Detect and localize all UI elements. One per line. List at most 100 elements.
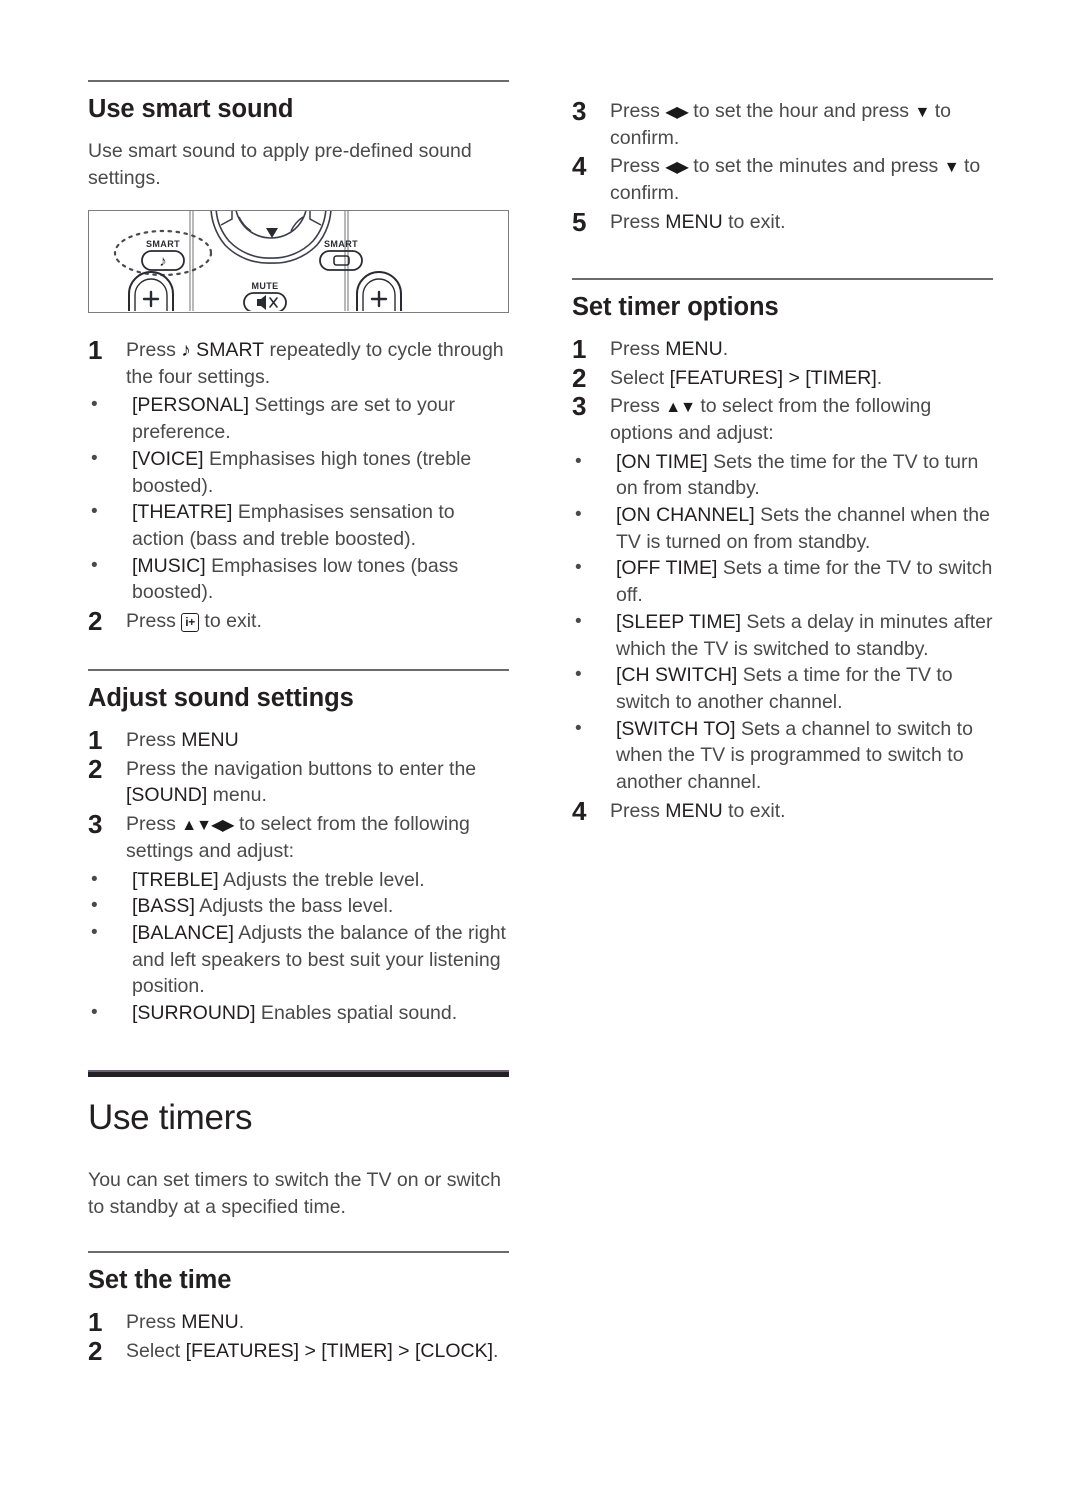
step-number: 4 bbox=[572, 151, 587, 182]
bullet-text: Enables spatial sound. bbox=[255, 1002, 458, 1025]
list-item: • [VOICE] Emphasises high tones (treble … bbox=[88, 446, 509, 499]
step-number: 3 bbox=[88, 809, 103, 840]
step-text-pre: Press bbox=[610, 799, 666, 822]
step-item: 2 Select [FEATURES] > [TIMER]. bbox=[572, 362, 993, 393]
step-number: 5 bbox=[572, 206, 587, 237]
section-rule bbox=[88, 668, 509, 671]
bullet-dot: • bbox=[575, 610, 582, 632]
bullet-dot: • bbox=[575, 717, 582, 739]
list-item: • [CH SWITCH] Sets a time for the TV to … bbox=[572, 662, 993, 715]
steps-set-timer-options-exit: 4 Press MENU to exit. bbox=[572, 796, 993, 826]
step-text-pre: Press bbox=[610, 210, 666, 233]
down-arrow-icon: ▼ bbox=[914, 104, 930, 121]
list-item: • [TREBLE] Adjusts the treble level. bbox=[88, 867, 509, 894]
step-text-post: to exit. bbox=[199, 610, 262, 633]
step-item: 3 Press ▲▼ to select from the following … bbox=[572, 391, 993, 446]
menu-token: [BASS] bbox=[132, 895, 195, 918]
steps-use-smart-sound: 1 Press ♪ SMART repeatedly to cycle thro… bbox=[88, 334, 509, 391]
step-text: Press ◀▶ to set the minutes and press ▼ … bbox=[610, 155, 980, 204]
svg-text:♪: ♪ bbox=[159, 253, 167, 270]
bullet-text: Adjusts the treble level. bbox=[218, 868, 425, 891]
menu-token: [SWITCH TO] bbox=[616, 717, 736, 740]
heading-set-timer-options: Set timer options bbox=[572, 292, 779, 321]
bullet-dot: • bbox=[91, 922, 98, 943]
bullet-dot: • bbox=[91, 554, 98, 576]
heading-adjust-sound-settings: Adjust sound settings bbox=[88, 683, 354, 712]
list-item: • [ON CHANNEL] Sets the channel when the… bbox=[572, 502, 993, 555]
bullet-text: Adjusts the bass level. bbox=[194, 895, 394, 918]
menu-token: [BALANCE] bbox=[132, 922, 234, 944]
key-menu: MENU bbox=[665, 337, 723, 360]
steps-use-smart-sound-exit: 2 Press i+ to exit. bbox=[88, 606, 509, 636]
section-adjust-sound-settings: Adjust sound settings 1 Press MENU 2 Pre… bbox=[88, 668, 509, 1027]
step-text-post: . bbox=[238, 1311, 245, 1334]
step-text-pre: Press bbox=[610, 155, 666, 178]
step-item: 3 Press ◀▶ to set the hour and press ▼ t… bbox=[572, 96, 993, 151]
bullets-sound-settings: • [TREBLE] Adjusts the treble level. • [… bbox=[88, 867, 509, 1027]
key-menu: MENU bbox=[181, 729, 239, 752]
step-item: 1 Press MENU bbox=[88, 725, 509, 755]
menu-token: [THEATRE] bbox=[132, 501, 233, 524]
step-text: Press MENU to exit. bbox=[610, 800, 786, 822]
step-text: Press ▲▼ to select from the following op… bbox=[610, 395, 931, 444]
major-section-rule bbox=[88, 1069, 509, 1077]
list-item: • [BASS] Adjusts the bass level. bbox=[88, 893, 509, 920]
step-text: Press i+ to exit. bbox=[126, 610, 262, 632]
bullets-smart-sound-settings: • [PERSONAL] Settings are set to your pr… bbox=[88, 392, 509, 606]
step-item: 4 Press ◀▶ to set the minutes and press … bbox=[572, 151, 993, 206]
manual-page: Use smart sound Use smart sound to apply… bbox=[0, 0, 1080, 1509]
menu-token: [SURROUND] bbox=[132, 1002, 256, 1025]
list-item: • [SLEEP TIME] Sets a delay in minutes a… bbox=[572, 609, 993, 662]
section-use-timers: Use timers You can set timers to switch … bbox=[88, 1069, 509, 1221]
figure-label-mute: MUTE bbox=[251, 281, 278, 291]
step-item: 1 Press MENU. bbox=[572, 333, 993, 364]
menu-path-token: [FEATURES] > [TIMER] bbox=[669, 366, 877, 389]
heading-use-smart-sound: Use smart sound bbox=[88, 95, 294, 123]
intro-use-smart-sound: Use smart sound to apply pre-defined sou… bbox=[88, 140, 472, 190]
step-item: 1 Press MENU. bbox=[88, 1307, 509, 1337]
intro-use-timers: You can set timers to switch the TV on o… bbox=[88, 1169, 501, 1219]
step-text-pre: Press bbox=[126, 813, 182, 836]
list-item: • [THEATRE] Emphasises sensation to acti… bbox=[88, 499, 509, 552]
bullet-dot: • bbox=[575, 450, 582, 472]
step-text-pre: Press bbox=[126, 338, 182, 361]
step-item: 3 Press ▲▼◀▶ to select from the followin… bbox=[88, 809, 509, 864]
section-rule bbox=[88, 80, 509, 82]
left-right-arrows-icon: ◀▶ bbox=[665, 104, 689, 121]
steps-set-the-time: 1 Press MENU. 2 Select [FEATURES] > [TIM… bbox=[88, 1307, 509, 1366]
step-text-pre: Press bbox=[126, 1311, 182, 1334]
list-item: • [BALANCE] Adjusts the balance of the r… bbox=[88, 920, 509, 1000]
list-item: • [PERSONAL] Settings are set to your pr… bbox=[88, 392, 509, 445]
menu-token: [SLEEP TIME] bbox=[616, 610, 741, 633]
step-text: Press MENU. bbox=[610, 338, 728, 360]
steps-set-timer-options: 1 Press MENU. 2 Select [FEATURES] > [TIM… bbox=[572, 333, 993, 447]
bullets-timer-options: • [ON TIME] Sets the time for the TV to … bbox=[572, 449, 993, 796]
section-rule bbox=[88, 1250, 509, 1253]
step-text-pre: Press bbox=[126, 729, 182, 752]
steps-set-the-time-continued: 3 Press ◀▶ to set the hour and press ▼ t… bbox=[572, 96, 993, 237]
step-text: Press ♪ SMART repeatedly to cycle throug… bbox=[126, 339, 504, 388]
step-number: 1 bbox=[572, 333, 587, 364]
up-down-arrows-icon: ▲▼ bbox=[665, 399, 696, 417]
step-text-post: menu. bbox=[207, 784, 267, 807]
step-number: 1 bbox=[88, 334, 103, 365]
menu-token: [PERSONAL] bbox=[132, 394, 250, 417]
menu-token: [OFF TIME] bbox=[616, 557, 718, 580]
bullet-dot: • bbox=[575, 557, 582, 579]
step-number: 2 bbox=[88, 1335, 103, 1366]
figure-label-smart-sound: SMART bbox=[146, 239, 180, 249]
step-item: 1 Press ♪ SMART repeatedly to cycle thro… bbox=[88, 334, 509, 391]
menu-token: [SOUND] bbox=[126, 784, 208, 807]
steps-adjust-sound-settings: 1 Press MENU 2 Press the navigation butt… bbox=[88, 725, 509, 865]
step-number: 2 bbox=[572, 362, 587, 393]
key-menu: MENU bbox=[665, 210, 723, 233]
step-text: Press MENU bbox=[126, 729, 239, 751]
bullet-dot: • bbox=[91, 447, 98, 469]
bullet-dot: • bbox=[91, 1002, 98, 1024]
step-text-mid: to set the hour and press bbox=[687, 100, 915, 122]
menu-token: [ON TIME] bbox=[616, 450, 708, 473]
heading-use-timers: Use timers bbox=[88, 1097, 253, 1137]
menu-token: [MUSIC] bbox=[132, 554, 206, 577]
step-text: Press ▲▼◀▶ to select from the following … bbox=[126, 813, 470, 862]
bullet-dot: • bbox=[575, 504, 582, 526]
